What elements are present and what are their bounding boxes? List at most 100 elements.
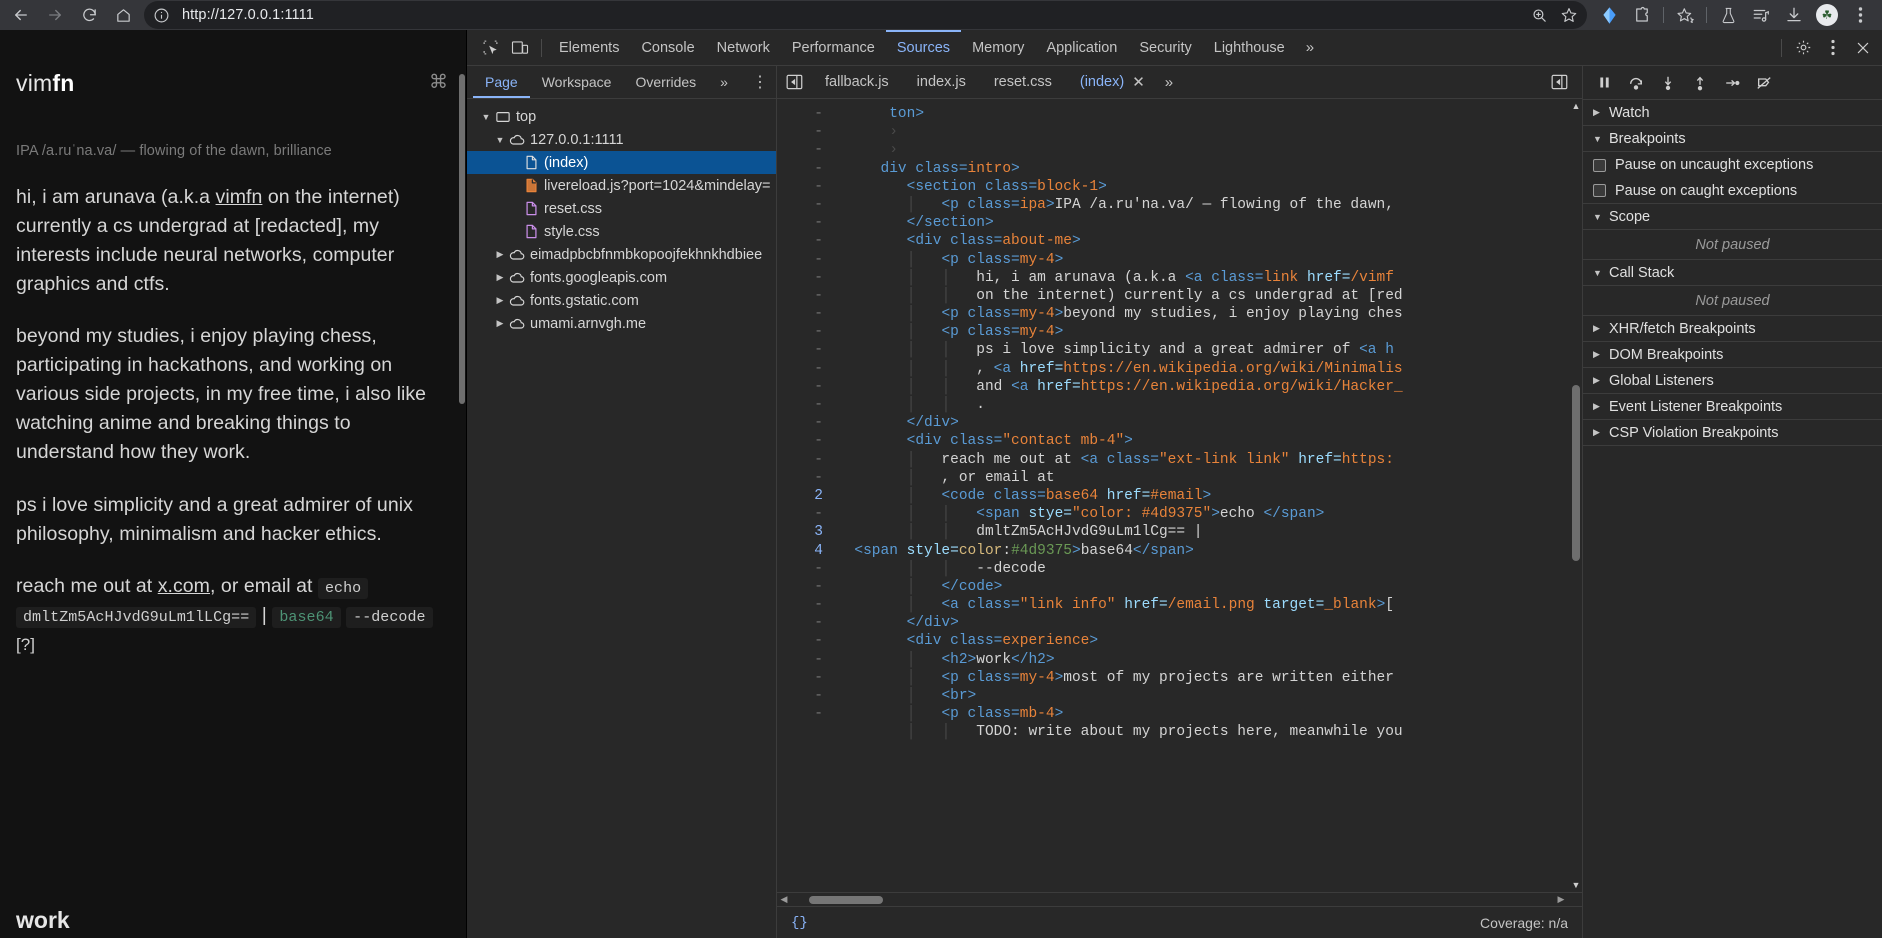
- forward-arrow-icon[interactable]: [38, 1, 72, 29]
- extensions-puzzle-icon[interactable]: [1626, 1, 1658, 29]
- code-content[interactable]: ton> › › div class=intro> <section class…: [833, 99, 1582, 906]
- tree-row[interactable]: reset.css: [467, 197, 776, 220]
- section-xhr-breakpoints[interactable]: ▶ XHR/fetch Breakpoints: [1583, 316, 1882, 342]
- chevron-right-icon[interactable]: ▶: [493, 318, 507, 329]
- step-over-icon[interactable]: [1621, 70, 1651, 96]
- home-icon[interactable]: [106, 1, 140, 29]
- pause-caught-checkbox[interactable]: [1593, 184, 1606, 197]
- section-call-stack[interactable]: ▼ Call Stack: [1583, 260, 1882, 286]
- scroll-left-icon[interactable]: ◀: [777, 894, 791, 905]
- chevron-right-icon[interactable]: ▶: [493, 272, 507, 283]
- pause-caught-row[interactable]: Pause on caught exceptions: [1583, 178, 1882, 204]
- flask-icon[interactable]: [1712, 1, 1744, 29]
- pause-resume-icon[interactable]: [1589, 70, 1619, 96]
- panel-toggle-icon[interactable]: [777, 74, 811, 90]
- command-key-icon[interactable]: ⌘: [429, 73, 448, 92]
- close-devtools-icon[interactable]: [1848, 34, 1878, 62]
- code-decode-flag: --decode: [346, 607, 433, 629]
- step-icon[interactable]: [1717, 70, 1747, 96]
- nav-tab-workspace[interactable]: Workspace: [530, 66, 624, 98]
- devtools-menu-icon[interactable]: [1818, 34, 1848, 62]
- format-code-icon[interactable]: {}: [791, 915, 808, 931]
- three-dot-menu-icon[interactable]: [1844, 1, 1876, 29]
- tree-row[interactable]: ▶ fonts.googleapis.com: [467, 266, 776, 289]
- chevron-down-icon: ▼: [1593, 211, 1602, 222]
- chevron-down-icon[interactable]: ▼: [479, 112, 493, 122]
- tree-row[interactable]: ▶ eimadpbcbfnmbkopoojfekhnkhdbiee: [467, 243, 776, 266]
- reading-list-icon[interactable]: [1745, 1, 1777, 29]
- tree-row[interactable]: ▼ 127.0.0.1:1111: [467, 128, 776, 151]
- nav-tab-page[interactable]: Page: [473, 66, 530, 98]
- editor-vertical-scrollbar[interactable]: ▲ ▼: [1570, 99, 1582, 892]
- zoom-in-icon[interactable]: [1525, 2, 1553, 28]
- nav-tabs-overflow-icon[interactable]: »: [708, 66, 740, 98]
- section-breakpoints[interactable]: ▼ Breakpoints: [1583, 126, 1882, 152]
- vimfn-link[interactable]: vimfn: [216, 186, 263, 208]
- step-into-icon[interactable]: [1653, 70, 1683, 96]
- tab-memory[interactable]: Memory: [961, 30, 1035, 65]
- settings-gear-icon[interactable]: [1788, 34, 1818, 62]
- file-tab-index-js[interactable]: index.js: [903, 66, 980, 98]
- download-icon[interactable]: [1778, 1, 1810, 29]
- devtools-panel: Elements Console Network Performance Sou…: [466, 30, 1882, 938]
- section-scope[interactable]: ▼ Scope: [1583, 204, 1882, 230]
- chevron-right-icon[interactable]: ▶: [493, 249, 507, 260]
- tab-application[interactable]: Application: [1035, 30, 1128, 65]
- file-tab-reset-css[interactable]: reset.css: [980, 66, 1066, 98]
- section-csp-violation-breakpoints[interactable]: ▶ CSP Violation Breakpoints: [1583, 420, 1882, 446]
- site-info-icon[interactable]: [150, 4, 172, 26]
- tab-security[interactable]: Security: [1128, 30, 1202, 65]
- blue-drop-icon[interactable]: [1593, 1, 1625, 29]
- pause-uncaught-checkbox[interactable]: [1593, 158, 1606, 172]
- bookmark-star-icon[interactable]: [1555, 2, 1583, 28]
- code-editor[interactable]: ---------------------2-34--------- ton> …: [777, 99, 1582, 906]
- star-sparkle-icon[interactable]: [1669, 1, 1701, 29]
- tab-lighthouse[interactable]: Lighthouse: [1203, 30, 1296, 65]
- x-com-link[interactable]: x.com: [158, 575, 210, 597]
- section-event-listener-breakpoints[interactable]: ▶ Event Listener Breakpoints: [1583, 394, 1882, 420]
- scroll-down-icon[interactable]: ▼: [1570, 878, 1582, 892]
- panel-toggle-right-icon[interactable]: [1542, 74, 1576, 90]
- avatar[interactable]: ☘: [1811, 1, 1843, 29]
- file-tabs-overflow-icon[interactable]: »: [1159, 74, 1179, 91]
- tree-row[interactable]: ▼ top: [467, 105, 776, 128]
- section-watch[interactable]: ▶ Watch: [1583, 100, 1882, 126]
- tab-sources[interactable]: Sources: [886, 30, 961, 65]
- page-scrollbar[interactable]: [458, 30, 466, 938]
- tree-row-index[interactable]: (index): [467, 151, 776, 174]
- back-arrow-icon[interactable]: [4, 1, 38, 29]
- help-link[interactable]: [?]: [16, 635, 35, 654]
- scroll-up-icon[interactable]: ▲: [1570, 99, 1582, 113]
- panel-overflow-icon[interactable]: »: [1296, 39, 1324, 56]
- tab-network[interactable]: Network: [706, 30, 781, 65]
- tab-elements[interactable]: Elements: [548, 30, 630, 65]
- reload-icon[interactable]: [72, 1, 106, 29]
- tab-console[interactable]: Console: [630, 30, 705, 65]
- tab-performance[interactable]: Performance: [781, 30, 886, 65]
- avatar-image: ☘: [1816, 4, 1838, 26]
- nav-tab-overrides[interactable]: Overrides: [623, 66, 708, 98]
- section-dom-breakpoints[interactable]: ▶ DOM Breakpoints: [1583, 342, 1882, 368]
- chevron-right-icon[interactable]: ▶: [493, 295, 507, 306]
- editor-horizontal-scrollbar[interactable]: ◀ ▶: [777, 892, 1582, 906]
- inspect-element-icon[interactable]: [475, 34, 505, 62]
- section-label: DOM Breakpoints: [1609, 346, 1724, 363]
- scroll-right-icon[interactable]: ▶: [1554, 894, 1568, 905]
- address-bar[interactable]: http://127.0.0.1:1111: [144, 1, 1587, 29]
- tree-row[interactable]: livereload.js?port=1024&mindelay=: [467, 174, 776, 197]
- pause-uncaught-row[interactable]: Pause on uncaught exceptions: [1583, 152, 1882, 178]
- deactivate-breakpoints-icon[interactable]: [1749, 70, 1779, 96]
- tree-label: umami.arnvgh.me: [530, 315, 647, 332]
- navigator-menu-icon[interactable]: ⋮: [744, 72, 776, 92]
- tree-row[interactable]: ▶ fonts.gstatic.com: [467, 289, 776, 312]
- device-toolbar-icon[interactable]: [505, 34, 535, 62]
- close-icon[interactable]: ✕: [1132, 75, 1145, 90]
- section-label: CSP Violation Breakpoints: [1609, 424, 1779, 441]
- chevron-down-icon[interactable]: ▼: [493, 135, 507, 145]
- step-out-icon[interactable]: [1685, 70, 1715, 96]
- file-tab-fallback-js[interactable]: fallback.js: [811, 66, 903, 98]
- tree-row[interactable]: style.css: [467, 220, 776, 243]
- tree-row[interactable]: ▶ umami.arnvgh.me: [467, 312, 776, 335]
- file-tab-index[interactable]: (index) ✕: [1065, 66, 1159, 98]
- section-global-listeners[interactable]: ▶ Global Listeners: [1583, 368, 1882, 394]
